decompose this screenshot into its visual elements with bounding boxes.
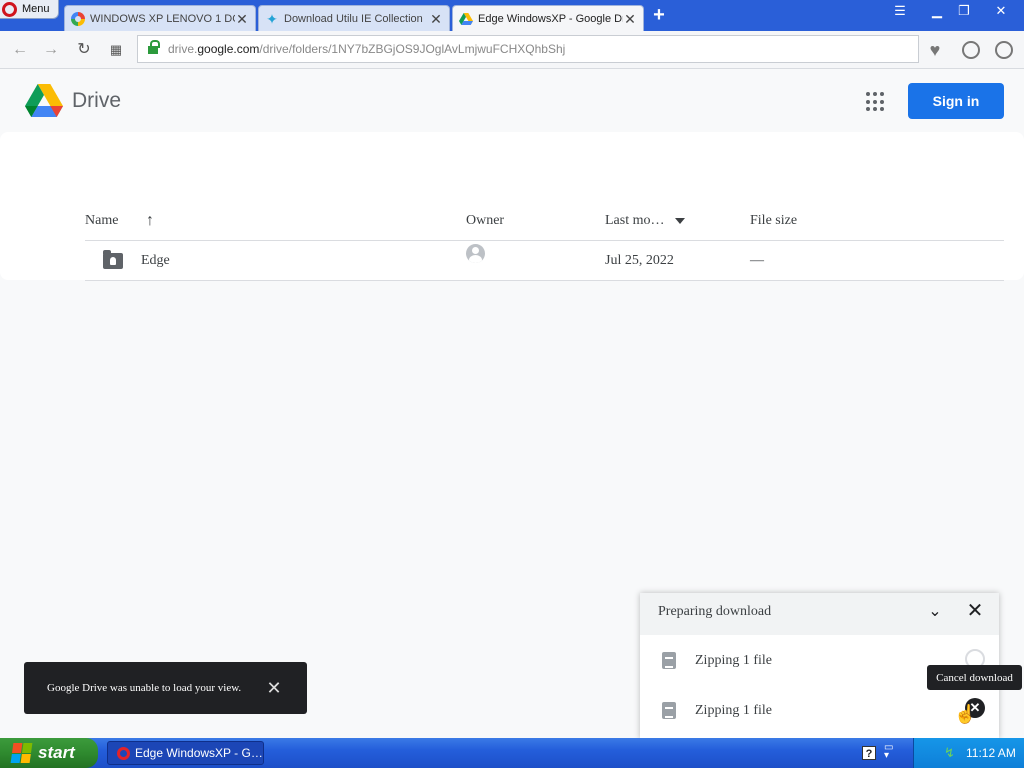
column-header-name[interactable]: Name [85, 213, 118, 229]
heart-icon[interactable]: ♥ [925, 40, 945, 60]
file-modified-date: Jul 25, 2022 [605, 253, 674, 268]
speed-dial-icon[interactable]: ▦ [106, 40, 126, 60]
tab-close-icon[interactable]: ✕ [429, 12, 443, 26]
account-icon[interactable] [995, 41, 1013, 59]
hand-cursor-icon: ☝ [954, 704, 977, 724]
tab-close-icon[interactable]: ✕ [235, 12, 249, 26]
url-path: /drive/folders/1NY7bZBGjOS9JOglAvLmjwuFC… [259, 42, 566, 56]
network-icon[interactable]: ↯ [944, 746, 958, 760]
tab-label: Edge WindowsXP - Google Dri [478, 12, 623, 25]
menu-label: Menu [22, 3, 50, 15]
system-tray: ↯ 11:12 AM [913, 738, 1024, 768]
tab-label: Download Utilu IE Collection [284, 12, 423, 25]
browser-tab-bar: Menu WINDOWS XP LENOVO 1 DO ✕ ✦ Download… [0, 0, 1024, 31]
owner-avatar-icon [466, 244, 485, 263]
download-icon[interactable] [962, 41, 980, 59]
utilu-icon: ✦ [266, 10, 278, 27]
monitor-icon[interactable]: ▭ ▾ [884, 743, 898, 761]
drive-header: Drive Sign in [0, 70, 1024, 132]
zip-file-icon [662, 702, 676, 719]
tab-label: WINDOWS XP LENOVO 1 DO [90, 12, 235, 25]
row-divider [85, 280, 1004, 281]
toast-close-icon[interactable]: ✕ [264, 678, 284, 698]
header-divider [85, 240, 1004, 241]
address-divider [918, 35, 919, 63]
clock: 11:12 AM [966, 746, 1016, 760]
taskbar-item-opera[interactable]: Edge WindowsXP - G… [107, 741, 264, 765]
download-item: Zipping 1 file ✕ [640, 689, 999, 739]
reload-icon[interactable]: ↻ [74, 40, 94, 60]
address-bar[interactable]: drive. google.com /drive/folders/1NY7bZB… [137, 35, 919, 63]
download-panel-header: Preparing download ⌄ ✕ [640, 593, 999, 635]
help-icon[interactable]: ? [862, 746, 876, 760]
sign-in-button[interactable]: Sign in [908, 83, 1004, 119]
tab-menu-icon[interactable]: ☰ [889, 2, 911, 20]
toast-message: Google Drive was unable to load your vie… [47, 682, 242, 694]
back-icon[interactable]: ← [10, 40, 30, 60]
google-drive-logo-icon [25, 84, 63, 117]
shared-folder-icon [103, 250, 123, 269]
column-header-owner: Owner [466, 213, 505, 228]
url-prefix: drive. [168, 42, 198, 56]
url-host: google.com [197, 42, 260, 56]
sort-ascending-icon[interactable]: ↑ [146, 212, 154, 230]
cancel-download-tooltip: Cancel download [927, 665, 1022, 690]
tab-edge-windowsxp-drive[interactable]: Edge WindowsXP - Google Dri ✕ [452, 5, 644, 31]
windows-flag-icon [10, 743, 34, 763]
browser-toolbar: ← → ↻ ▦ drive. google.com /drive/folders… [0, 31, 1024, 69]
opera-icon [117, 746, 130, 760]
opera-menu-button[interactable]: Menu [0, 0, 59, 19]
collapse-chevron-icon[interactable]: ⌄ [925, 602, 945, 622]
tab-windows-xp-lenovo[interactable]: WINDOWS XP LENOVO 1 DO ✕ [64, 5, 256, 31]
taskbar-item-label: Edge WindowsXP - G… [135, 746, 263, 760]
download-close-icon[interactable]: ✕ [965, 601, 985, 621]
opera-logo-icon [2, 1, 17, 17]
minimize-icon[interactable]: ▁ [926, 2, 948, 20]
close-window-icon[interactable]: ✕ [990, 2, 1012, 20]
lock-icon [148, 39, 160, 55]
column-header-last-modified[interactable]: Last mo… [605, 213, 665, 229]
windows-taskbar: start Edge WindowsXP - G… ? ▭ ▾ ↯ 11:12 A… [0, 738, 1024, 768]
sort-dropdown-icon[interactable] [675, 218, 685, 224]
error-toast: Google Drive was unable to load your vie… [24, 662, 307, 714]
drive-title: Drive [72, 89, 122, 112]
tab-utilu-ie-collection[interactable]: ✦ Download Utilu IE Collection ✕ [258, 5, 450, 31]
file-size: — [750, 253, 764, 268]
column-header-file-size: File size [750, 213, 798, 228]
download-item-label: Zipping 1 file [695, 653, 772, 668]
tab-close-icon[interactable]: ✕ [623, 12, 637, 26]
file-name[interactable]: Edge [141, 253, 170, 269]
start-label: start [38, 743, 75, 762]
zip-file-icon [662, 652, 676, 669]
restore-icon[interactable]: ❐ [953, 2, 975, 20]
start-button[interactable]: start [0, 738, 98, 768]
google-icon [71, 11, 85, 26]
download-item-label: Zipping 1 file [695, 703, 772, 718]
download-panel-title: Preparing download [658, 604, 772, 619]
new-tab-button[interactable]: + [650, 5, 668, 25]
google-apps-icon[interactable] [866, 92, 886, 112]
forward-icon[interactable]: → [41, 40, 61, 60]
drive-icon [459, 12, 473, 25]
